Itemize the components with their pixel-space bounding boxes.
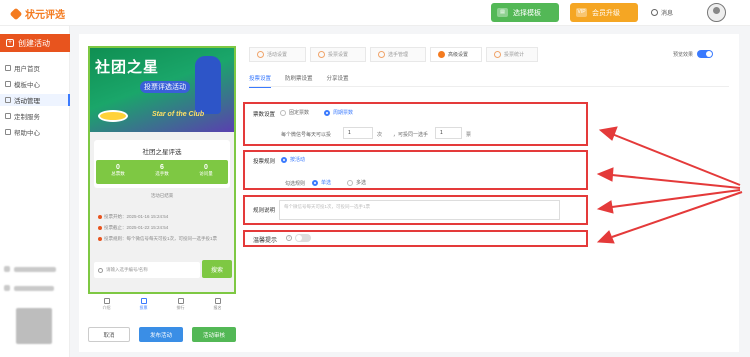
arrow-head: [598, 126, 618, 141]
arrow-head: [596, 230, 615, 244]
arrow-head: [596, 167, 614, 182]
arrow-head: [596, 200, 614, 214]
annotation-arrows: [596, 126, 743, 244]
